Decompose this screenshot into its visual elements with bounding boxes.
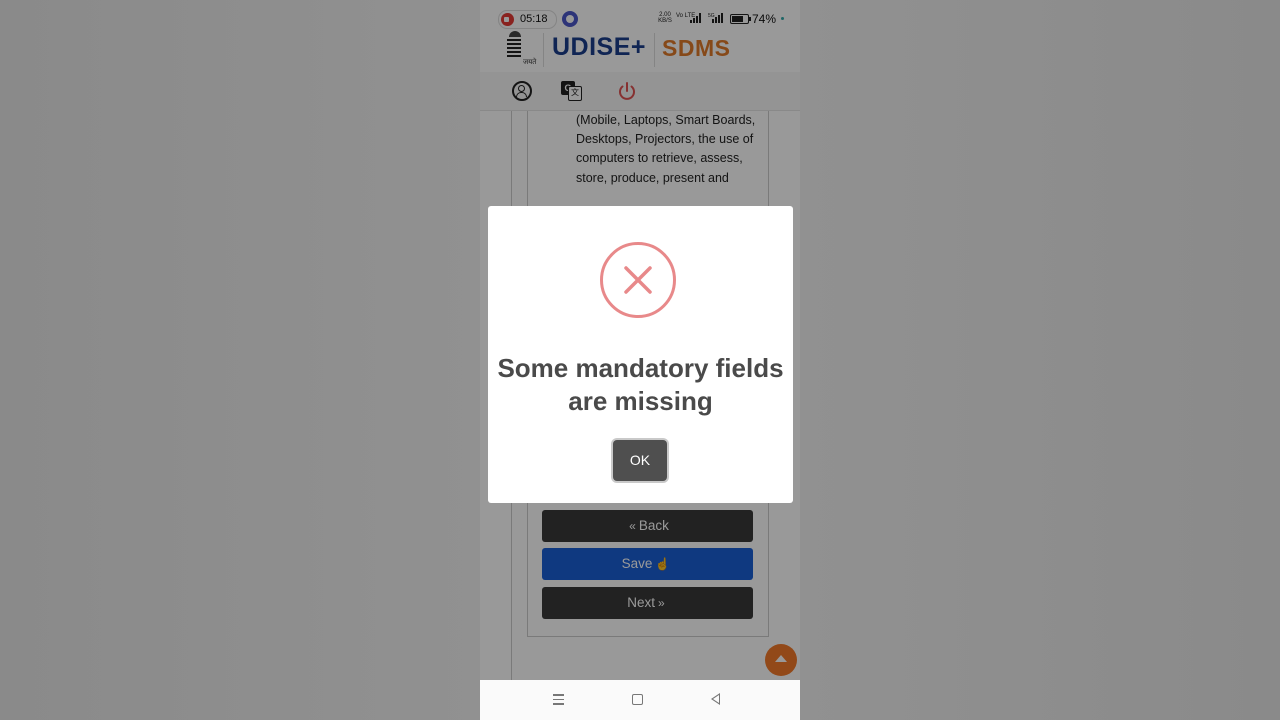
dialog-message: Some mandatory fields are missing [497, 353, 784, 416]
phone-screen: 05:18 2.00 KB/S Vo LTE 5G 74% जयते UDISE… [480, 0, 800, 720]
ok-button[interactable]: OK [613, 440, 667, 481]
background-right [800, 0, 1280, 720]
recents-icon[interactable] [553, 694, 564, 705]
background-left [0, 0, 480, 720]
error-x-icon [600, 242, 676, 318]
back-triangle-icon[interactable] [711, 693, 720, 705]
android-nav-bar [480, 680, 800, 720]
error-dialog: Some mandatory fields are missing OK [488, 206, 793, 503]
modal-backdrop[interactable]: Some mandatory fields are missing OK [480, 0, 800, 680]
home-icon[interactable] [632, 694, 643, 705]
